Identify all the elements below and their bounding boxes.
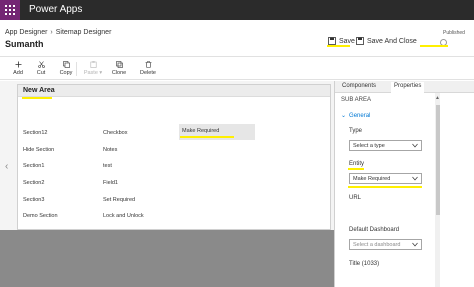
paste-button[interactable]: Paste ▾	[82, 61, 104, 76]
chevron-down-icon	[412, 176, 418, 181]
tab-properties[interactable]: Properties	[391, 82, 425, 93]
properties-panel: Components Properties SUB AREA ⌄ General…	[334, 81, 474, 287]
save-close-icon	[356, 37, 364, 45]
save-and-close-button[interactable]: Save And Close	[356, 37, 417, 45]
clone-label: Clone	[111, 70, 127, 76]
breadcrumb-sitemap-designer: Sitemap Designer	[55, 29, 112, 36]
highlight-mark	[348, 168, 364, 170]
dashboard-select[interactable]: Select a dashboard	[349, 239, 422, 250]
general-section-toggle[interactable]: ⌄ General	[341, 112, 371, 120]
title-label: Title (1033)	[349, 261, 380, 267]
highlight-mark	[327, 45, 350, 47]
paste-label: Paste ▾	[83, 70, 103, 76]
cut-label: Cut	[36, 70, 46, 76]
subarea-label[interactable]: Notes	[103, 147, 117, 153]
sitemap-canvas: ‹ New Area Section12 Checkbox Make Requi…	[0, 81, 334, 287]
group-label[interactable]: Section3	[23, 197, 44, 203]
save-button[interactable]: Save	[328, 37, 355, 45]
default-dashboard-label: Default Dashboard	[349, 227, 400, 233]
panel-scrollbar[interactable]: ▲	[435, 93, 440, 287]
chevron-down-icon	[412, 143, 418, 148]
area-title: New Area	[23, 87, 55, 94]
chevron-down-icon	[412, 242, 418, 247]
chevron-left-icon[interactable]: ‹	[5, 161, 8, 172]
selected-subarea-label: Make Required	[182, 128, 220, 134]
panel-right-gutter	[441, 93, 474, 287]
subarea-label[interactable]: Lock and Unlock	[103, 213, 144, 219]
section-title: SUB AREA	[341, 97, 372, 103]
copy-icon	[62, 61, 70, 68]
entity-select-value: Make Required	[353, 175, 391, 182]
entity-select[interactable]: Make Required	[349, 173, 422, 184]
general-label: General	[349, 112, 371, 119]
designer-header: App Designer › Sitemap Designer Sumanth …	[0, 20, 474, 57]
group-label[interactable]: Section12	[23, 130, 47, 136]
type-select-value: Select a type	[353, 142, 385, 149]
paste-icon	[90, 61, 97, 68]
type-select[interactable]: Select a type	[349, 140, 422, 151]
copy-button[interactable]: Copy	[56, 61, 76, 76]
trash-icon	[145, 61, 151, 68]
panel-tabs: Components Properties	[335, 81, 474, 93]
delete-button[interactable]: Delete	[138, 61, 158, 76]
breadcrumb-app-designer[interactable]: App Designer	[5, 29, 47, 36]
highlight-mark	[420, 45, 448, 47]
type-label: Type	[349, 128, 363, 134]
plus-icon	[15, 61, 21, 68]
subarea-label[interactable]: Set Required	[103, 197, 135, 203]
scroll-thumb[interactable]	[435, 105, 440, 215]
scissors-icon	[37, 61, 45, 68]
breadcrumb: App Designer › Sitemap Designer	[5, 29, 111, 36]
cut-button[interactable]: Cut	[31, 61, 51, 76]
group-label[interactable]: Section2	[23, 180, 44, 186]
entity-label: Entity	[349, 161, 365, 167]
chevron-down-icon: ⌄	[341, 113, 347, 119]
delete-label: Delete	[140, 70, 156, 76]
subarea-label[interactable]: test	[103, 163, 112, 169]
scroll-up-icon[interactable]: ▲	[435, 95, 440, 101]
page-title: Sumanth	[5, 39, 44, 49]
copy-label: Copy	[59, 70, 73, 76]
save-icon	[328, 37, 336, 45]
group-label[interactable]: Hide Section	[23, 147, 54, 153]
save-label: Save	[339, 37, 355, 45]
waffle-icon	[5, 5, 15, 15]
command-toolbar: Add Cut Copy Paste ▾ Clone Delete	[0, 57, 474, 80]
app-launcher-button[interactable]	[0, 0, 20, 20]
publish-status: Published	[443, 30, 465, 36]
save-and-close-label: Save And Close	[367, 37, 417, 45]
area-header[interactable]: New Area	[18, 85, 330, 97]
highlight-mark	[180, 136, 234, 138]
app-title: Power Apps	[29, 4, 83, 15]
clone-icon	[115, 61, 123, 68]
power-apps-window: Power Apps App Designer › Sitemap Design…	[0, 0, 474, 287]
group-label[interactable]: Demo Section	[23, 213, 58, 219]
highlight-mark	[348, 186, 422, 188]
add-button[interactable]: Add	[8, 61, 28, 76]
tab-components[interactable]: Components	[339, 82, 379, 90]
clone-button[interactable]: Clone	[109, 61, 129, 76]
toolbar-divider	[76, 62, 77, 76]
app-bar: Power Apps	[0, 0, 474, 20]
highlight-mark	[22, 97, 52, 99]
group-label[interactable]: Section1	[23, 163, 44, 169]
add-label: Add	[13, 70, 23, 76]
subarea-label[interactable]: Checkbox	[103, 130, 127, 136]
area-tile[interactable]: New Area Section12 Checkbox Make Require…	[17, 84, 331, 230]
chevron-right-icon: ›	[50, 29, 53, 36]
url-label: URL	[349, 195, 362, 201]
subarea-label[interactable]: Field1	[103, 180, 118, 186]
canvas-empty-region	[0, 230, 334, 287]
dashboard-select-placeholder: Select a dashboard	[353, 241, 401, 248]
